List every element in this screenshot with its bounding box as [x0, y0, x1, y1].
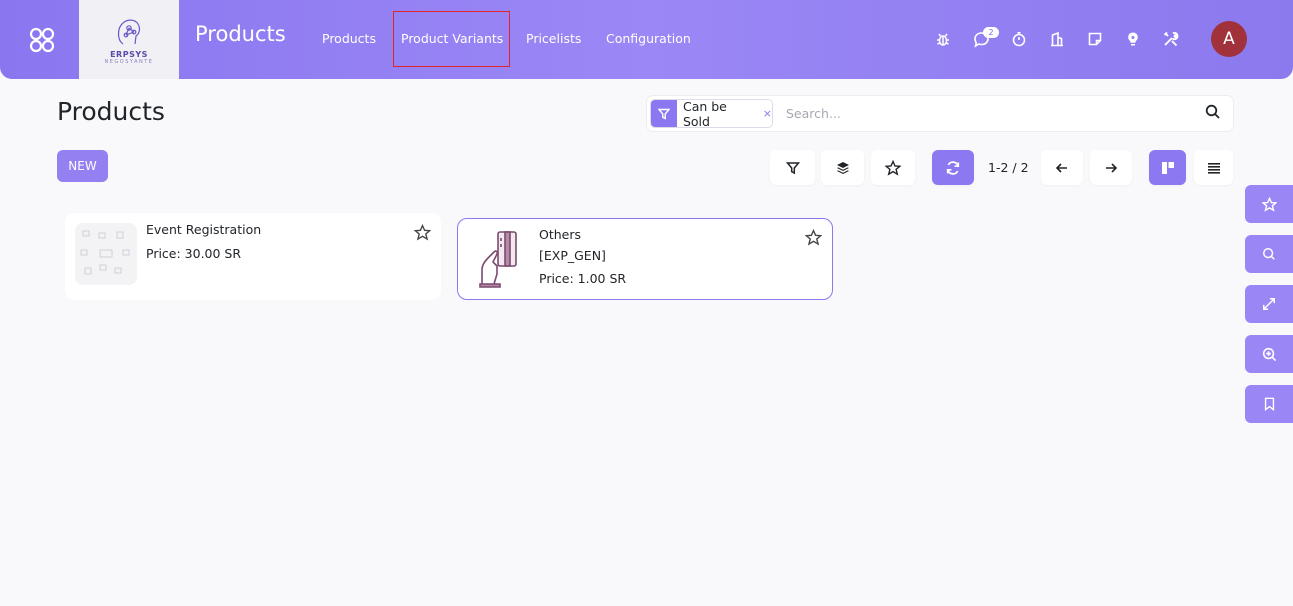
list-view-button[interactable]: [1194, 150, 1233, 185]
app-title[interactable]: Products: [195, 22, 286, 46]
user-avatar[interactable]: A: [1211, 21, 1247, 57]
highlight-box: [393, 11, 510, 67]
search-input[interactable]: [786, 103, 1186, 123]
pager-value[interactable]: 1-2 / 2: [988, 160, 1029, 175]
side-zoom-button[interactable]: [1245, 335, 1293, 373]
product-card[interactable]: Event Registration Price: 30.00 SR: [65, 213, 441, 300]
page-title: Products: [57, 97, 165, 126]
pager-previous-button[interactable]: [1041, 150, 1083, 185]
layers-icon: [836, 161, 849, 174]
product-name: Event Registration: [146, 222, 262, 237]
kanban-view-button[interactable]: [1149, 150, 1186, 185]
search-icon[interactable]: [1205, 104, 1223, 122]
favorite-star-icon[interactable]: [804, 228, 823, 246]
side-favorites-button[interactable]: [1245, 185, 1293, 223]
logo-icon: [117, 19, 141, 45]
arrow-left-icon: [1055, 162, 1067, 173]
arrow-right-icon: [1106, 162, 1118, 173]
kanban-icon: [1161, 161, 1174, 174]
product-code: [EXP_GEN]: [539, 248, 606, 263]
apps-menu-icon[interactable]: [26, 24, 58, 56]
notes-icon[interactable]: [1084, 28, 1106, 50]
filter-facet[interactable]: Can be Sold ×: [650, 99, 773, 128]
product-price: Price: 1.00 SR: [539, 271, 627, 286]
favorite-star-icon[interactable]: [413, 223, 432, 241]
side-bookmark-button[interactable]: [1245, 385, 1293, 423]
product-price: Price: 30.00 SR: [146, 246, 242, 261]
logo-subtext: NEGOSYANTE: [104, 59, 154, 65]
product-card[interactable]: Others [EXP_GEN] Price: 1.00 SR: [457, 218, 833, 300]
bookmark-icon: [1264, 397, 1274, 411]
logo-text: ERPSYS: [110, 50, 148, 59]
messages-badge: 2: [983, 27, 999, 38]
search-icon: [1263, 248, 1275, 260]
menu-products[interactable]: Products: [322, 31, 376, 46]
facet-label: Can be Sold: [682, 99, 727, 128]
company-logo[interactable]: ERPSYS NEGOSYANTE: [79, 0, 179, 79]
filter-icon: [785, 161, 800, 174]
menu-configuration[interactable]: Configuration: [606, 31, 691, 46]
tools-settings-icon[interactable]: [1160, 28, 1182, 50]
filter-funnel-icon: [651, 100, 677, 127]
new-button[interactable]: NEW: [57, 150, 108, 182]
debug-bug-icon[interactable]: [932, 28, 954, 50]
star-icon: [885, 159, 901, 176]
pager-next-button[interactable]: [1090, 150, 1132, 185]
list-icon: [1207, 162, 1220, 174]
favorites-button[interactable]: [871, 150, 915, 185]
refresh-icon: [946, 160, 960, 175]
product-image-placeholder: [75, 223, 137, 285]
side-expand-button[interactable]: [1245, 285, 1293, 323]
company-building-icon[interactable]: [1046, 28, 1068, 50]
lightbulb-icon[interactable]: [1122, 28, 1144, 50]
hand-credit-card-icon: [470, 226, 532, 288]
activity-timer-icon[interactable]: [1008, 28, 1030, 50]
side-search-button[interactable]: [1245, 235, 1293, 273]
star-icon: [1261, 196, 1277, 212]
filters-button[interactable]: [770, 150, 815, 185]
expand-icon: [1263, 298, 1275, 310]
product-name: Others: [539, 227, 582, 242]
group-by-button[interactable]: [821, 150, 864, 185]
zoom-in-icon: [1262, 347, 1276, 361]
menu-pricelists[interactable]: Pricelists: [526, 31, 581, 46]
facet-remove-icon[interactable]: ×: [763, 107, 772, 120]
refresh-button[interactable]: [932, 150, 974, 185]
